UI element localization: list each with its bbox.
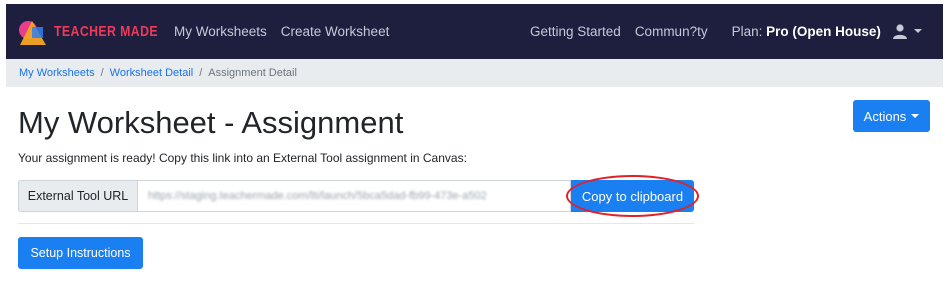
top-navbar: TEACHER MADE My Worksheets Create Worksh…	[6, 4, 943, 59]
user-icon	[893, 24, 907, 39]
breadcrumb: My Worksheets / Worksheet Detail / Assig…	[6, 59, 943, 87]
teacher-made-logo-icon	[19, 20, 46, 45]
nav-getting-started[interactable]: Getting Started	[530, 24, 621, 39]
brand-name: TEACHER MADE	[54, 23, 159, 40]
breadcrumb-separator: /	[100, 67, 104, 79]
breadcrumb-assignment-detail: Assignment Detail	[208, 67, 297, 79]
nav-community[interactable]: Commun?ty	[635, 24, 708, 39]
brand-logo[interactable]: TEACHER MADE	[18, 17, 181, 47]
plan-indicator: Plan: Pro (Open House)	[732, 24, 881, 39]
plan-value: Pro (Open House)	[766, 24, 881, 39]
chevron-down-icon	[914, 29, 922, 33]
external-tool-url-field[interactable]: https://staging.teachermade.com/lti/laun…	[137, 180, 571, 212]
actions-label: Actions	[863, 108, 907, 124]
plan-label: Plan:	[731, 24, 763, 39]
nav-my-worksheets[interactable]: My Worksheets	[174, 24, 267, 39]
chevron-down-icon	[911, 114, 920, 118]
breadcrumb-my-worksheets[interactable]: My Worksheets	[19, 67, 95, 79]
external-tool-url-label: External Tool URL	[18, 180, 138, 212]
nav-create-worksheet[interactable]: Create Worksheet	[281, 24, 390, 39]
page-title: My Worksheet - Assignment	[18, 105, 404, 140]
external-tool-url-value: https://staging.teachermade.com/lti/laun…	[148, 190, 487, 202]
assignment-instructions: Your assignment is ready! Copy this link…	[18, 151, 467, 165]
divider	[18, 223, 694, 224]
breadcrumb-worksheet-detail[interactable]: Worksheet Detail	[110, 67, 194, 79]
setup-instructions-button[interactable]: Setup Instructions	[18, 237, 143, 269]
secondary-nav: Getting Started Commun?ty Plan: Pro (Ope…	[530, 4, 881, 59]
primary-nav: My Worksheets Create Worksheet	[174, 4, 389, 59]
copy-to-clipboard-button[interactable]: Copy to clipboard	[571, 180, 694, 212]
user-menu-toggle[interactable]	[892, 23, 922, 39]
breadcrumb-separator: /	[199, 67, 203, 79]
actions-dropdown-button[interactable]: Actions	[853, 100, 930, 132]
